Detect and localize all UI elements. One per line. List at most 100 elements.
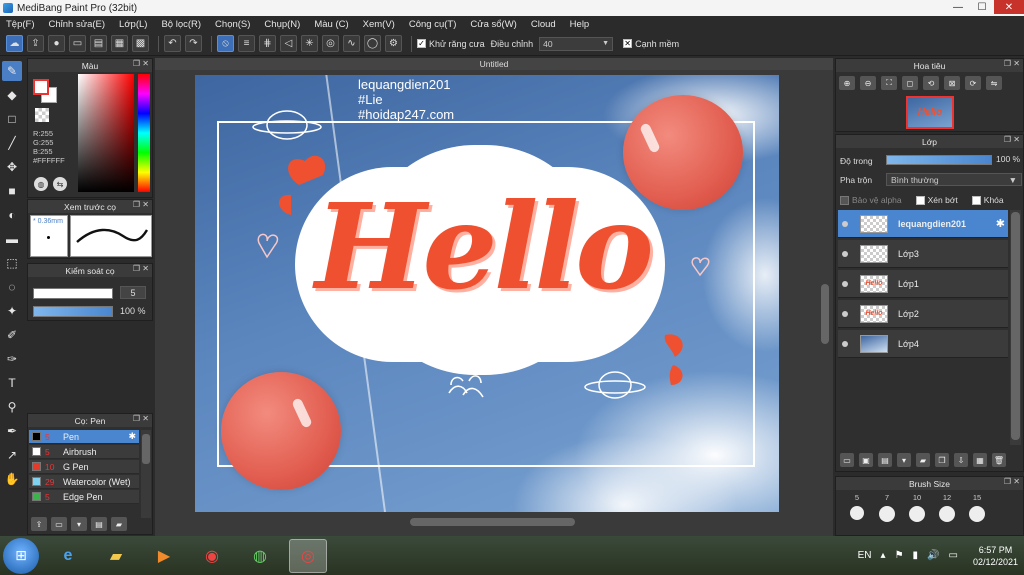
menu-window[interactable]: Cửa sổ(W) <box>470 19 516 30</box>
select-tool-icon[interactable]: ⬚ <box>2 253 22 273</box>
reset-rotation-icon[interactable]: ⊠ <box>944 76 960 90</box>
canvas-area[interactable]: Untitled lequangdien201 #Lie #hoidap247.… <box>155 58 833 536</box>
menu-help[interactable]: Help <box>570 19 590 30</box>
layout-icon[interactable]: ▦ <box>111 35 128 52</box>
vanishing-snap-icon[interactable]: ◁ <box>280 35 297 52</box>
maximize-button[interactable]: ☐ <box>970 0 994 14</box>
scrollbar-thumb[interactable] <box>410 518 575 526</box>
zoom-in-icon[interactable]: ⊕ <box>839 76 855 90</box>
layer-row[interactable]: lequangdien201 ✱ <box>838 210 1008 238</box>
fit-icon[interactable]: ⛶ <box>881 76 897 90</box>
new-brush-icon[interactable]: ▭ <box>51 517 67 531</box>
select-pen-tool-icon[interactable]: ✐ <box>2 325 22 345</box>
hue-slider[interactable] <box>138 74 150 192</box>
menu-filter[interactable]: Bộ lọc(R) <box>161 19 201 30</box>
brush-size-slider[interactable] <box>33 288 113 299</box>
new-8bit-layer-icon[interactable]: ▤ <box>878 453 892 467</box>
internet-explorer-icon[interactable]: e <box>49 539 87 573</box>
eye-icon[interactable] <box>842 280 848 287</box>
curve-snap-icon[interactable]: ∿ <box>343 35 360 52</box>
medibang-taskbar-icon[interactable]: ◎ <box>289 538 327 573</box>
clock[interactable]: 6:57 PM 02/12/2021 <box>973 544 1018 568</box>
size-preset[interactable]: 10 <box>902 493 932 522</box>
scrollbar-thumb[interactable] <box>821 284 829 344</box>
brush-cloud-icon[interactable]: ⇪ <box>31 517 47 531</box>
chrome-icon[interactable]: ◉ <box>193 539 231 573</box>
divide-tool-icon[interactable]: ⚲ <box>2 397 22 417</box>
line-tool-icon[interactable]: ╱ <box>2 133 22 153</box>
text-tool-icon[interactable]: T <box>2 373 22 393</box>
brush-tool-icon[interactable]: ✎ <box>2 61 22 81</box>
redo-icon[interactable]: ↷ <box>185 35 202 52</box>
flip-icon[interactable]: ⇋ <box>986 76 1002 90</box>
chevron-up-icon[interactable]: ▴ <box>881 550 886 561</box>
brush-settings-icon[interactable]: ▤ <box>91 517 107 531</box>
media-player-icon[interactable]: ▶ <box>145 539 183 573</box>
magic-wand-tool-icon[interactable]: ✦ <box>2 301 22 321</box>
panel-close-icon[interactable]: ❐ ✕ <box>133 59 149 68</box>
speech-bubble-icon[interactable]: ● <box>48 35 65 52</box>
parallel-snap-icon[interactable]: ≡ <box>238 35 255 52</box>
menu-tools[interactable]: Công cụ(T) <box>409 19 457 30</box>
brush-item[interactable]: 5 Airbrush <box>29 445 139 459</box>
transparent-color-swatch[interactable] <box>35 108 49 122</box>
coccoc-browser-icon[interactable]: ◍ <box>241 539 279 573</box>
menu-snap[interactable]: Chụp(N) <box>264 19 300 30</box>
layer-row[interactable]: Lớp3 <box>838 240 1008 268</box>
eye-icon[interactable] <box>842 310 848 317</box>
minimize-button[interactable]: — <box>946 0 970 14</box>
canvas-vertical-scrollbar[interactable] <box>819 74 831 512</box>
menu-select[interactable]: Chọn(S) <box>215 19 250 30</box>
close-button[interactable]: ✕ <box>994 0 1024 14</box>
rotate-left-icon[interactable]: ⟲ <box>923 76 939 90</box>
brush-opacity-slider[interactable] <box>33 306 113 317</box>
delete-layer-icon[interactable]: 🗑 <box>992 453 1006 467</box>
fill-rect-tool-icon[interactable]: ■ <box>2 181 22 201</box>
cross-snap-icon[interactable]: ⋕ <box>259 35 276 52</box>
add-layer-menu-icon[interactable]: ▾ <box>897 453 911 467</box>
radial-snap-icon[interactable]: ✳ <box>301 35 318 52</box>
new-layer-icon[interactable]: ▭ <box>840 453 854 467</box>
gear-icon[interactable]: ✱ <box>996 217 1005 230</box>
menu-file[interactable]: Tệp(F) <box>6 19 35 30</box>
palette-icon[interactable]: ◍ <box>34 177 48 191</box>
snap-off-icon[interactable]: ⦸ <box>217 35 234 52</box>
zoom-out-icon[interactable]: ⊖ <box>860 76 876 90</box>
brush-item[interactable]: 10 G Pen <box>29 460 139 474</box>
layer-opacity-slider[interactable] <box>886 155 992 165</box>
layer-list-scrollbar[interactable] <box>1010 210 1021 445</box>
panel-close-icon[interactable]: ❐ ✕ <box>133 414 149 423</box>
operation-tool-icon[interactable]: ↗ <box>2 445 22 465</box>
menu-color[interactable]: Màu (C) <box>314 19 348 30</box>
scrollbar-thumb[interactable] <box>142 434 150 464</box>
correction-select[interactable]: 40 ▼ <box>539 36 614 51</box>
eye-icon[interactable] <box>842 250 848 257</box>
scrollbar-thumb[interactable] <box>1011 212 1020 440</box>
sharp-checkbox[interactable]: ✕ <box>623 39 633 48</box>
document-icon[interactable]: ▭ <box>69 35 86 52</box>
panel-close-icon[interactable]: ❐ ✕ <box>1004 135 1020 144</box>
artboard[interactable]: lequangdien201 #Lie #hoidap247.com Hello <box>195 75 779 512</box>
panel-close-icon[interactable]: ❐ ✕ <box>1004 59 1020 68</box>
size-preset[interactable]: 12 <box>932 493 962 522</box>
battery-icon[interactable]: ▭ <box>949 550 958 561</box>
ellipse-snap-icon[interactable]: ◯ <box>364 35 381 52</box>
blend-mode-select[interactable]: Bình thường ▼ <box>886 173 1022 186</box>
eraser-tool-icon[interactable]: ◆ <box>2 85 22 105</box>
windows-start-icon[interactable]: ⊞ <box>3 537 39 574</box>
gear-icon[interactable]: ✱ <box>128 431 136 442</box>
navigator-thumbnail[interactable]: Hello <box>906 96 954 129</box>
language-indicator[interactable]: EN <box>858 550 872 561</box>
gradient-tool-icon[interactable]: ▬ <box>2 229 22 249</box>
lock-checkbox[interactable] <box>971 195 981 205</box>
layer-row[interactable]: Lớp4 <box>838 330 1008 358</box>
canvas-horizontal-scrollbar[interactable] <box>155 516 819 528</box>
brush-item[interactable]: 5 Edge Pen <box>29 490 139 504</box>
merge-layer-icon[interactable]: ⇩ <box>954 453 968 467</box>
protect-alpha-checkbox[interactable] <box>840 195 849 205</box>
eye-icon[interactable] <box>842 340 848 347</box>
menu-layer[interactable]: Lớp(L) <box>119 19 147 30</box>
foreground-color-swatch[interactable] <box>33 79 49 95</box>
eye-icon[interactable] <box>842 220 848 227</box>
saturation-value-picker[interactable] <box>78 74 134 192</box>
